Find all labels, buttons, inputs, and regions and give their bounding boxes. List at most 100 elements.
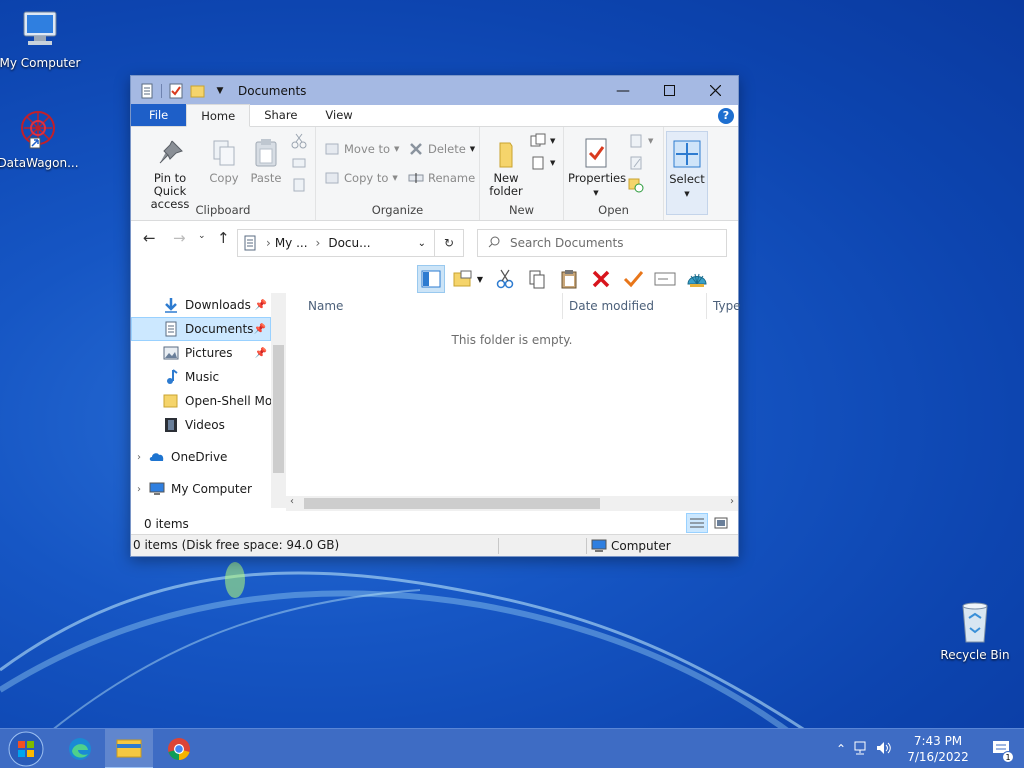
cut-icon[interactable]: [291, 133, 307, 149]
clock[interactable]: 7:43 PM 7/16/2022: [898, 733, 978, 765]
paste-icon[interactable]: [555, 265, 583, 293]
nav-item-onedrive[interactable]: › OneDrive: [131, 445, 271, 469]
column-name[interactable]: Name: [308, 299, 343, 313]
up-button[interactable]: ↑: [217, 229, 230, 247]
scroll-right-arrow[interactable]: ›: [730, 496, 734, 507]
minimize-button[interactable]: —: [600, 76, 646, 105]
open-group: Properties ▼ ▼ Open: [564, 127, 664, 220]
close-button[interactable]: [692, 76, 738, 105]
volume-icon[interactable]: [876, 741, 892, 758]
desktop-icon-my-computer[interactable]: My Computer: [0, 8, 82, 70]
tab-home[interactable]: Home: [186, 104, 251, 127]
breadcrumb-my-computer[interactable]: My ...: [275, 236, 308, 250]
network-icon[interactable]: [854, 741, 870, 758]
cut-icon[interactable]: [491, 265, 519, 293]
nav-item-label: Videos: [185, 418, 225, 432]
help-icon[interactable]: ?: [718, 108, 734, 124]
nav-item-documents[interactable]: Documents 📌: [131, 317, 271, 341]
notification-center-icon[interactable]: 1: [992, 740, 1014, 763]
move-to-button[interactable]: Move to ▼: [324, 141, 399, 157]
edit-icon[interactable]: [628, 155, 644, 171]
nav-item-downloads[interactable]: Downloads 📌: [131, 293, 271, 317]
nav-item-videos[interactable]: Videos: [131, 413, 271, 437]
paste-button[interactable]: Paste: [247, 137, 285, 185]
title-bar[interactable]: ▼ Documents —: [131, 76, 738, 105]
breadcrumb-documents[interactable]: Docu...: [328, 236, 370, 250]
folder-options-icon[interactable]: ▼: [449, 265, 487, 293]
address-bar[interactable]: › My ... › Docu... ⌄: [237, 229, 435, 257]
refresh-button[interactable]: ↻: [435, 229, 464, 257]
pin-icon[interactable]: 📌: [255, 348, 267, 359]
delete-icon[interactable]: [587, 265, 615, 293]
open-shell-icon[interactable]: [683, 265, 711, 293]
details-view-button[interactable]: [686, 513, 708, 533]
file-list-hscrollbar[interactable]: ‹ ›: [286, 496, 738, 511]
paste-shortcut-icon[interactable]: [291, 177, 307, 193]
delete-label: Delete: [428, 142, 466, 156]
nav-item-pictures[interactable]: Pictures 📌: [131, 341, 271, 365]
nav-item-open-shell[interactable]: Open-Shell Mod: [131, 389, 280, 413]
navigation-pane-icon[interactable]: [417, 265, 445, 293]
show-hidden-icons-chevron-icon[interactable]: ⌃: [836, 742, 846, 756]
scrollbar-thumb[interactable]: [304, 498, 600, 509]
nav-item-label: Pictures: [185, 346, 233, 360]
forward-button[interactable]: →: [173, 229, 186, 247]
desktop-icon-recycle-bin[interactable]: Recycle Bin: [933, 600, 1017, 662]
copy-button[interactable]: Copy: [205, 137, 243, 185]
new-folder-label-1: New: [493, 171, 519, 185]
new-folder-button[interactable]: New folder: [486, 137, 526, 198]
maximize-button[interactable]: [646, 76, 692, 105]
scrollbar-thumb[interactable]: [273, 345, 284, 473]
scroll-left-arrow[interactable]: ‹: [290, 496, 294, 507]
address-dropdown-icon[interactable]: ⌄: [418, 238, 426, 249]
copy-path-icon[interactable]: [291, 155, 307, 171]
expand-chevron-icon[interactable]: ›: [137, 484, 141, 495]
tab-share[interactable]: Share: [250, 104, 311, 126]
desktop-icon-label: DataWagon...: [0, 156, 79, 170]
new-folder-icon[interactable]: [190, 83, 206, 99]
back-button[interactable]: ←: [143, 229, 156, 247]
recent-locations-button[interactable]: ⌄: [198, 231, 206, 241]
open-icon[interactable]: ▼: [628, 133, 653, 149]
large-icons-view-button[interactable]: [710, 513, 732, 533]
clock-date: 7/16/2022: [907, 750, 969, 764]
easy-access-icon[interactable]: ▼: [530, 155, 555, 171]
start-button[interactable]: [2, 729, 50, 768]
properties-check-icon[interactable]: [619, 265, 647, 293]
copy-icon[interactable]: [523, 265, 551, 293]
select-button[interactable]: Select ▼: [666, 131, 708, 215]
properties-check-icon[interactable]: [168, 83, 184, 99]
nav-item-music[interactable]: Music: [131, 365, 271, 389]
taskbar-chrome[interactable]: [155, 729, 203, 768]
breadcrumb-separator: ›: [266, 236, 271, 250]
search-box[interactable]: Search Documents: [477, 229, 727, 257]
properties-button[interactable]: Properties ▼: [568, 137, 626, 200]
column-date-modified[interactable]: Date modified: [569, 299, 654, 313]
desktop-icon-datawagon[interactable]: DataWagon...: [0, 108, 80, 170]
copy-to-button[interactable]: Copy to ▼: [324, 170, 398, 186]
taskbar-file-explorer[interactable]: [105, 729, 153, 768]
new-group-label: New: [508, 203, 535, 217]
taskbar-edge[interactable]: [56, 729, 104, 768]
pictures-icon: [163, 345, 179, 361]
email-icon[interactable]: [651, 265, 679, 293]
history-icon[interactable]: [628, 177, 644, 193]
pin-icon[interactable]: 📌: [255, 300, 267, 311]
notification-badge: 1: [1002, 750, 1014, 763]
nav-item-my-computer[interactable]: › My Computer: [131, 477, 271, 501]
rename-button[interactable]: Rename: [408, 170, 475, 186]
taskbar: ⌃ 7:43 PM 7/16/2022 1: [0, 728, 1024, 768]
select-group: Select ▼: [664, 127, 714, 220]
expand-chevron-icon[interactable]: ›: [137, 452, 141, 463]
computer-icon: [18, 8, 62, 52]
tab-view[interactable]: View: [311, 104, 366, 126]
pin-to-quick-access-button[interactable]: Pin to Quick access: [137, 137, 203, 211]
customize-qat-icon[interactable]: ▼: [212, 83, 228, 99]
new-item-icon[interactable]: ▼: [530, 133, 555, 149]
tab-file[interactable]: File: [131, 104, 187, 126]
column-type[interactable]: Type: [713, 299, 741, 313]
pin-icon[interactable]: 📌: [254, 324, 266, 335]
delete-button[interactable]: Delete ▼: [408, 141, 475, 157]
copy-icon: [208, 137, 240, 169]
nav-pane-scrollbar[interactable]: [271, 293, 286, 508]
